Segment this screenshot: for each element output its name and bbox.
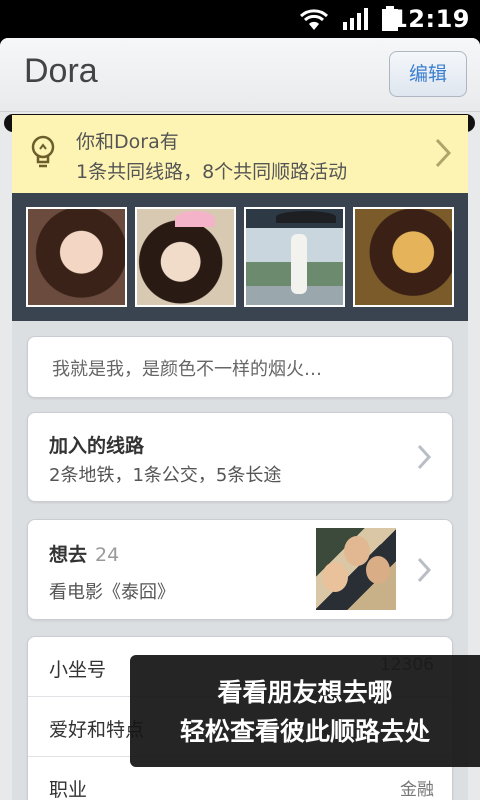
cat-ears-decor [175, 211, 215, 227]
title-bar: Dora 编辑 [0, 38, 480, 112]
poster-face [344, 536, 370, 566]
toast-message: 看看朋友想去哪 轻松查看彼此顺路去处 [130, 655, 480, 767]
figure-decor [291, 234, 307, 294]
info-label: 小坐号 [49, 659, 107, 681]
status-time: 12:19 [391, 5, 470, 33]
toast-line2: 轻松查看彼此顺路去处 [179, 717, 430, 746]
bio-text: 我就是我，是颜色不一样的烟火… [52, 359, 322, 380]
chevron-right-icon [417, 444, 432, 470]
want-title: 想去 24 [49, 544, 120, 566]
edit-button[interactable]: 编辑 [389, 51, 467, 97]
status-bar: 12:19 [0, 0, 480, 38]
lightbulb-icon [31, 135, 55, 168]
movie-poster [316, 528, 396, 610]
signal-icon [343, 8, 368, 30]
banner-line2: 1条共同线路，8个共同顺路活动 [76, 161, 348, 183]
photo-strip [12, 193, 468, 321]
wifi-icon [299, 9, 329, 30]
want-to-go-card[interactable]: 想去 24 看电影《泰囧》 [27, 519, 453, 620]
poster-face [366, 556, 390, 584]
routes-summary: 2条地铁，1条公交，5条长途 [49, 465, 282, 486]
info-value: 金融 [400, 780, 434, 800]
want-count: 24 [95, 544, 120, 566]
umbrella-decor [276, 211, 336, 223]
routes-title: 加入的线路 [49, 435, 145, 457]
toast-line1: 看看朋友想去哪 [217, 678, 393, 707]
chevron-right-icon [435, 138, 452, 168]
want-item: 看电影《泰囧》 [49, 582, 175, 603]
banner-line1: 你和Dora有 [76, 131, 179, 153]
photo-4[interactable] [353, 207, 454, 307]
chevron-right-icon [417, 557, 432, 583]
bio-card[interactable]: 我就是我，是颜色不一样的烟火… [27, 336, 453, 398]
poster-face [322, 562, 348, 592]
photo-3[interactable] [244, 207, 345, 307]
info-label: 职业 [49, 779, 88, 800]
common-routes-banner[interactable]: 你和Dora有 1条共同线路，8个共同顺路活动 [12, 115, 468, 193]
photo-1[interactable] [26, 207, 127, 307]
routes-card[interactable]: 加入的线路 2条地铁，1条公交，5条长途 [27, 412, 453, 502]
photo-2[interactable] [135, 207, 236, 307]
page-title: Dora [24, 52, 98, 90]
